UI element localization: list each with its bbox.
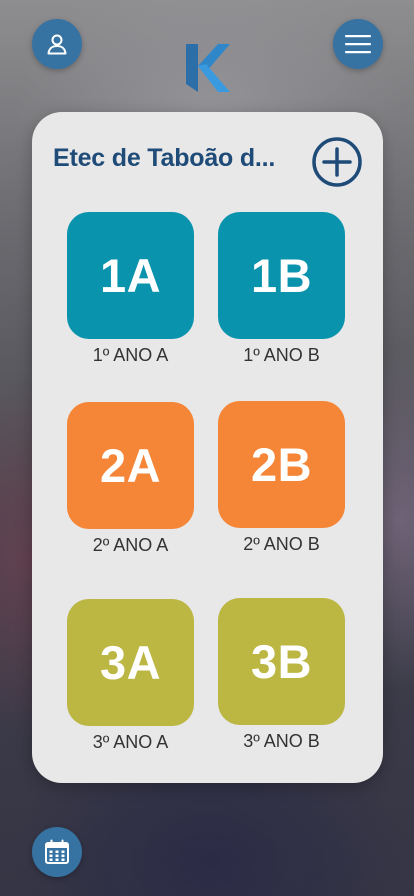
class-name: 3º ANO A (92, 732, 169, 752)
school-title: Etec de Taboão d... (53, 144, 276, 172)
class-item-3b[interactable]: 3B 3º ANO B (218, 598, 345, 752)
plus-circle-icon (312, 137, 362, 187)
hamburger-menu-icon (345, 35, 371, 54)
user-icon (47, 34, 67, 55)
class-tile[interactable]: 3B (218, 598, 345, 725)
menu-button[interactable] (333, 19, 383, 69)
class-item-2a[interactable]: 2A 2º ANO A (67, 402, 194, 556)
calendar-icon (45, 839, 69, 864)
add-class-button[interactable] (312, 137, 362, 187)
class-name: 1º ANO B (243, 345, 320, 365)
class-code: 3A (99, 636, 162, 689)
calendar-button[interactable] (32, 827, 82, 877)
class-tile[interactable]: 2B (218, 401, 345, 528)
class-name: 3º ANO B (243, 731, 320, 751)
class-code: 2B (250, 438, 313, 491)
class-tile[interactable]: 3A (67, 599, 194, 726)
class-tile[interactable]: 1A (67, 212, 194, 339)
class-tile[interactable]: 1B (218, 212, 345, 339)
class-item-2b[interactable]: 2B 2º ANO B (218, 401, 345, 555)
k-logo-icon (186, 44, 230, 92)
profile-button[interactable] (32, 19, 82, 69)
class-code: 3B (250, 635, 313, 688)
class-item-1b[interactable]: 1B 1º ANO B (218, 212, 345, 366)
class-name: 2º ANO B (243, 534, 320, 554)
class-tile[interactable]: 2A (67, 402, 194, 529)
class-code: 1A (99, 249, 162, 302)
class-item-3a[interactable]: 3A 3º ANO A (67, 599, 194, 753)
class-code: 2A (99, 439, 162, 492)
class-name: 1º ANO A (92, 345, 169, 365)
school-panel: Etec de Taboão d... 1A 1º ANO A 1B 1º AN… (32, 112, 383, 783)
class-item-1a[interactable]: 1A 1º ANO A (67, 212, 194, 366)
app-logo (182, 42, 232, 94)
class-name: 2º ANO A (92, 535, 169, 555)
class-code: 1B (250, 249, 313, 302)
